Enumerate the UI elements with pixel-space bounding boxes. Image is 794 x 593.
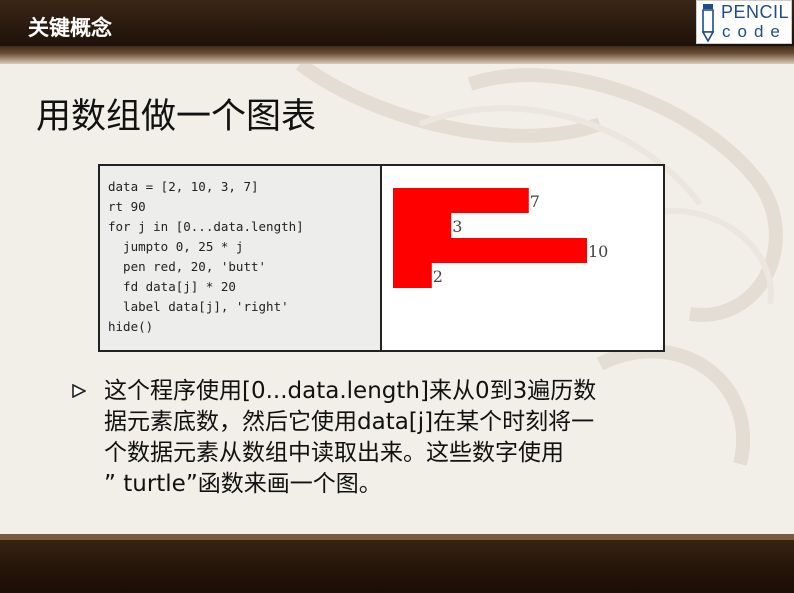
example-figure: data = [2, 10, 3, 7] rt 90 for j in [0..… — [98, 164, 665, 352]
chart-data-label: 2 — [433, 267, 443, 286]
logo-text-pencil: PENCIL — [721, 2, 790, 22]
bullet-text: 这个程序使用[0...data.length]来从0到3遍历数 据元素底数，然后… — [104, 376, 664, 500]
bullet-line: 这个程序使用[0...data.length]来从0到3遍历数 — [104, 378, 597, 404]
footer-bar — [0, 534, 794, 593]
code-line: label data[j], 'right' — [108, 299, 289, 314]
bullet-line: 个数据元素从数组中读取出来。这些数字使用 — [104, 440, 564, 466]
chart-bar — [393, 188, 529, 213]
code-line: rt 90 — [108, 199, 146, 214]
chart-bar — [393, 263, 432, 288]
logo-text-code: code — [722, 22, 787, 41]
code-line: data = [2, 10, 3, 7] — [108, 179, 259, 194]
bullet-line: ” turtle”函数来画一个图。 — [104, 471, 382, 497]
chart-data-label: 7 — [530, 192, 540, 211]
pencil-icon — [701, 4, 715, 42]
bar-chart: 7 3 10 2 — [393, 188, 608, 288]
chart-bar — [393, 213, 452, 238]
footer-divider — [0, 534, 794, 540]
chart-data-label: 10 — [588, 242, 608, 261]
code-line: jumpto 0, 25 * j — [108, 239, 244, 254]
chart-data-label: 3 — [452, 217, 462, 236]
code-line: for j in [0...data.length] — [108, 219, 304, 234]
slide-title: 用数组做一个图表 — [36, 97, 317, 137]
section-title: 关键概念 — [28, 16, 112, 40]
header-divider — [0, 46, 794, 64]
pencil-code-logo: PENCIL code — [696, 0, 792, 44]
code-line: hide() — [108, 319, 154, 334]
header-bar: 关键概念 — [0, 0, 794, 46]
arrow-bullet-icon — [72, 384, 86, 398]
bullet-line: 据元素底数，然后它使用data[j]在某个时刻将一 — [104, 409, 595, 435]
chart-bar — [393, 238, 587, 263]
code-line: fd data[j] * 20 — [108, 279, 236, 294]
code-line: pen red, 20, 'butt' — [108, 259, 267, 274]
code-panel: data = [2, 10, 3, 7] rt 90 for j in [0..… — [100, 166, 382, 350]
